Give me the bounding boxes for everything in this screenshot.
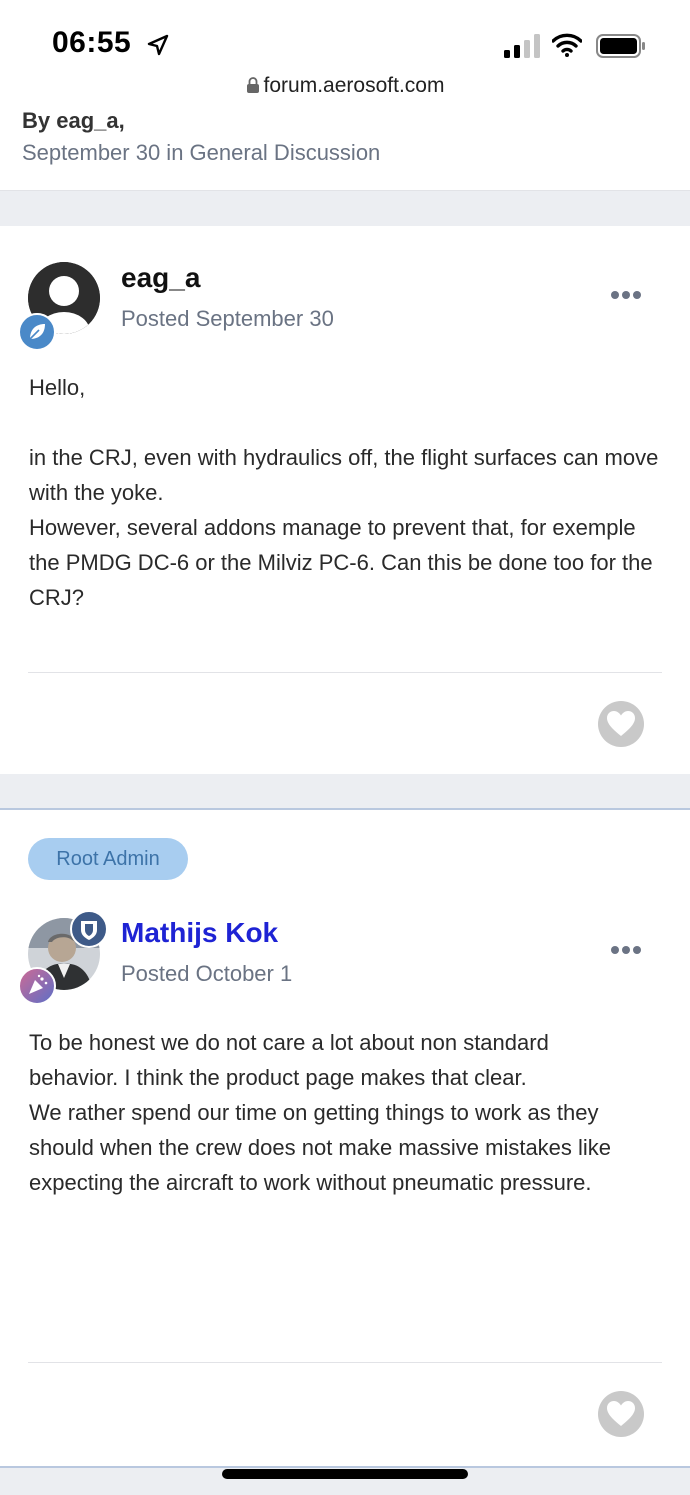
wifi-icon xyxy=(552,33,582,57)
lock-icon xyxy=(246,77,259,93)
post-body: Hello, in the CRJ, even with hydraulics … xyxy=(29,370,659,615)
battery-icon xyxy=(596,34,645,58)
url-text: forum.aerosoft.com xyxy=(263,74,445,97)
post-date[interactable]: Posted October 1 xyxy=(121,961,292,987)
status-time: 06:55 xyxy=(52,26,132,59)
post-paragraph: However, several addons manage to preven… xyxy=(29,515,653,610)
post-paragraph: To be honest we do not care a lot about … xyxy=(29,1030,549,1090)
home-indicator[interactable] xyxy=(222,1469,468,1479)
address-bar[interactable]: forum.aerosoft.com xyxy=(0,74,690,98)
party-badge-icon xyxy=(18,967,56,1005)
post-paragraph: We rather spend our time on getting thin… xyxy=(29,1100,612,1195)
location-arrow-icon xyxy=(147,34,169,56)
like-heart-icon xyxy=(607,1401,635,1426)
post-divider xyxy=(28,1362,662,1363)
post-divider xyxy=(28,672,662,673)
topic-date: September 30 in General Discussion xyxy=(22,140,381,165)
post-date[interactable]: Posted September 30 xyxy=(121,306,334,332)
signal-icon xyxy=(504,34,540,58)
like-button[interactable] xyxy=(598,1391,644,1437)
more-icon[interactable] xyxy=(611,945,641,955)
post-paragraph: in the CRJ, even with hydraulics off, th… xyxy=(29,445,659,505)
post-paragraph: Hello, xyxy=(29,375,86,400)
post-paragraph xyxy=(29,405,659,440)
like-button[interactable] xyxy=(598,701,644,747)
leaf-badge-icon xyxy=(18,313,56,351)
topic-author: By eag_a, xyxy=(22,108,125,133)
post-username[interactable]: eag_a xyxy=(121,262,200,294)
post-body: To be honest we do not care a lot about … xyxy=(29,1025,639,1200)
like-heart-icon xyxy=(607,711,635,736)
post-username[interactable]: Mathijs Kok xyxy=(121,917,278,949)
role-badge: Root Admin xyxy=(28,838,188,880)
shield-badge-icon xyxy=(70,910,108,948)
more-icon[interactable] xyxy=(611,290,641,300)
